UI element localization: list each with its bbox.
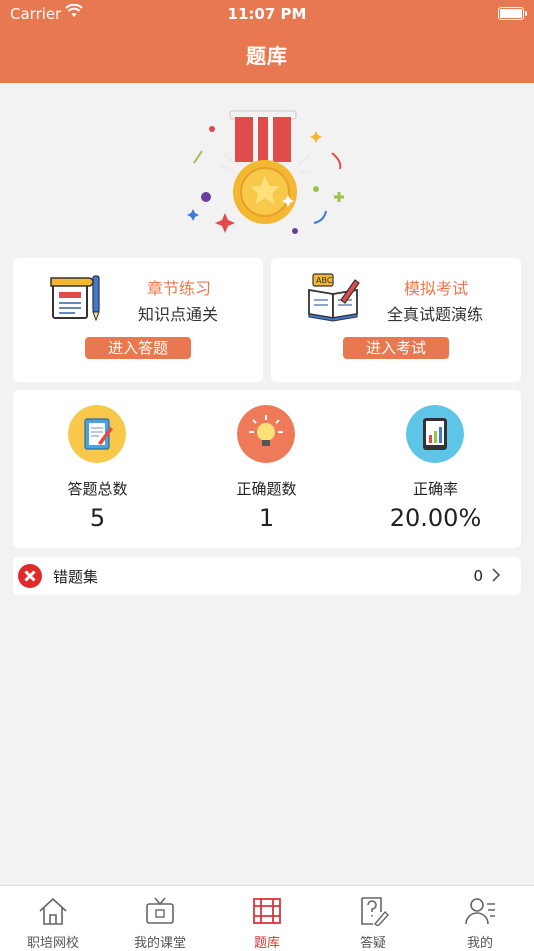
enter-exam-button[interactable]: 进入考试 [343, 337, 449, 359]
tab-classroom-label: 我的课堂 [133, 936, 186, 951]
chapter-practice-card[interactable]: 章节练习 知识点通关 进入答题 [13, 258, 263, 382]
mock-exam-card[interactable]: ABC 模拟考试 全真试题演练 进入考试 [271, 258, 521, 382]
wrong-x-icon [18, 564, 42, 588]
mock-exam-subtitle: 全真试题演练 [387, 305, 484, 324]
medal-icon [187, 110, 344, 234]
status-bar: Carrier 11:07 PM [0, 0, 534, 28]
correct-count-value: 1 [258, 504, 275, 532]
profile-icon [465, 898, 495, 925]
tab-qa-label: 答疑 [359, 936, 386, 951]
stats-card: 答题总数 5 正确题数 1 正确率 20.00% [13, 390, 521, 548]
chapter-practice-subtitle: 知识点通关 [138, 305, 219, 324]
top-bar: Carrier 11:07 PM 题库 [0, 0, 534, 83]
tab-question-bank[interactable]: 题库 [214, 886, 320, 951]
total-answered-stat: 答题总数 5 [13, 390, 182, 548]
accuracy-stat: 正确率 20.00% [351, 390, 520, 548]
chapter-practice-title: 章节练习 [147, 279, 212, 298]
lightbulb-icon [237, 405, 295, 463]
svg-text:ABC: ABC [316, 276, 333, 285]
accuracy-value: 20.00% [389, 504, 482, 532]
accuracy-label: 正确率 [412, 480, 458, 498]
total-answered-label: 答题总数 [67, 480, 128, 498]
tab-school[interactable]: 职培网校 [0, 886, 106, 951]
chevron-right-icon [492, 568, 501, 582]
page-title: 题库 [246, 44, 288, 68]
tab-question-bank-label: 题库 [253, 936, 280, 951]
clock: 11:07 PM [227, 5, 307, 23]
question-bank-icon [253, 898, 281, 924]
wrong-questions-label: 错题集 [53, 568, 99, 586]
battery-icon [498, 7, 527, 20]
tab-mine[interactable]: 我的 [427, 886, 533, 951]
wrong-questions-row[interactable]: 错题集 0 [13, 557, 521, 595]
tablet-chart-icon [406, 405, 464, 463]
question-doc-icon [361, 897, 389, 926]
tv-icon [146, 897, 174, 924]
tab-classroom[interactable]: 我的课堂 [107, 886, 213, 951]
home-icon [39, 897, 67, 925]
notebook-pen-icon [50, 275, 100, 322]
wrong-questions-count: 0 [473, 567, 483, 585]
mock-exam-title: 模拟考试 [404, 279, 469, 298]
correct-count-label: 正确题数 [236, 480, 297, 498]
tab-bar: 职培网校 我的课堂 题库 答疑 我的 [0, 885, 534, 951]
tab-qa[interactable]: 答疑 [320, 886, 426, 951]
notebook-icon [68, 405, 126, 463]
enter-answer-button[interactable]: 进入答题 [85, 337, 191, 359]
abc-book-icon: ABC [308, 273, 360, 322]
total-answered-value: 5 [89, 504, 106, 532]
correct-count-stat: 正确题数 1 [182, 390, 351, 548]
tab-mine-label: 我的 [466, 936, 493, 951]
tab-school-label: 职培网校 [26, 936, 79, 951]
